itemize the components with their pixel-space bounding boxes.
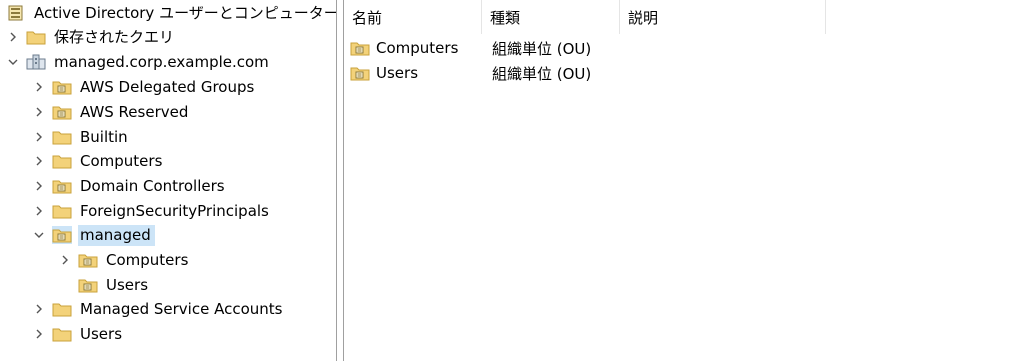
snapin-icon [6,4,26,22]
folder-icon [52,300,72,318]
ou-icon [350,64,370,82]
tree-item-foreign-security-principals[interactable]: ForeignSecurityPrincipals [32,200,273,222]
ou-icon [52,226,72,244]
tree-item-saved-queries[interactable]: 保存されたクエリ [6,26,178,48]
tree-item-aws-reserved[interactable]: AWS Reserved [32,101,192,123]
tree-item-domain-controllers[interactable]: Domain Controllers [32,175,229,197]
list-item[interactable]: Computers 組織単位 (OU) [344,36,824,60]
details-list[interactable]: 名前 種類 説明 Computers 組織単位 (OU) Users 組織単位 … [344,0,1024,361]
chevron-right-icon[interactable] [32,126,46,148]
tree-item-aws-delegated-groups[interactable]: AWS Delegated Groups [32,76,258,98]
chevron-right-icon[interactable] [32,200,46,222]
chevron-right-icon[interactable] [32,101,46,123]
tree-item-managed-users[interactable]: Users [58,274,152,296]
chevron-right-icon[interactable] [32,298,46,320]
chevron-right-icon[interactable] [32,150,46,172]
tree-item-computers[interactable]: Computers [32,150,166,172]
tree-item-label: ForeignSecurityPrincipals [80,201,269,220]
tree-item-builtin[interactable]: Builtin [32,126,132,148]
chevron-down-icon[interactable] [6,51,20,73]
chevron-right-icon[interactable] [6,26,20,48]
ou-icon [350,39,370,57]
ou-icon [52,177,72,195]
folder-icon [52,202,72,220]
tree-item-label: AWS Reserved [80,102,189,121]
chevron-down-icon[interactable] [32,224,46,246]
ou-icon [78,276,98,294]
tree-item-label: Computers [80,151,163,170]
list-item-type: 組織単位 (OU) [492,39,592,58]
ou-icon [52,78,72,96]
list-item[interactable]: Users 組織単位 (OU) [344,61,824,85]
chevron-right-icon[interactable] [58,249,72,271]
list-item-name-cell: Users [350,64,418,82]
tree-item-managed[interactable]: managed [32,224,155,246]
list-item-name: Users [376,64,419,82]
column-header-label: 種類 [490,8,521,27]
tree-item-label: 保存されたクエリ [54,27,175,46]
chevron-placeholder [58,274,72,296]
tree-pane[interactable]: Active Directory ユーザーとコンピューター [IP-C0 保存さ… [0,0,336,361]
tree-item-label: Builtin [80,127,128,146]
folder-icon [52,152,72,170]
column-header-label: 名前 [352,8,383,27]
tree-item-label: Domain Controllers [80,176,225,195]
ou-icon [52,103,72,121]
tree-item-label: Users [106,275,149,294]
tree-item-label: Managed Service Accounts [80,299,283,318]
domain-icon [26,53,46,71]
folder-icon [52,128,72,146]
folder-icon [26,28,46,46]
pane-splitter[interactable] [336,0,344,361]
tree-item-label: Users [80,324,123,343]
chevron-right-icon[interactable] [32,175,46,197]
tree-item-managed-service-accounts[interactable]: Managed Service Accounts [32,298,286,320]
chevron-right-icon[interactable] [32,76,46,98]
tree-item-label: managed [78,224,155,246]
column-header-label: 説明 [628,8,659,27]
mmc-window: Active Directory ユーザーとコンピューター [IP-C0 保存さ… [0,0,1024,361]
folder-icon [52,325,72,343]
tree-item-label: Computers [106,250,189,269]
tree-item-label: managed.corp.example.com [54,52,269,71]
list-item-name: Computers [376,39,459,57]
list-item-type: 組織単位 (OU) [492,64,592,83]
tree-item-domain[interactable]: managed.corp.example.com [6,51,273,73]
tree-root-label: Active Directory ユーザーとコンピューター [IP-C0 [34,3,336,22]
column-header-description[interactable]: 説明 [620,0,826,34]
column-header-name[interactable]: 名前 [344,0,482,34]
tree-item-label: AWS Delegated Groups [80,77,255,96]
tree-item-users[interactable]: Users [32,323,126,345]
tree-root[interactable]: Active Directory ユーザーとコンピューター [IP-C0 [6,2,336,24]
list-item-name-cell: Computers [350,39,458,57]
ou-icon [78,251,98,269]
tree-item-managed-computers[interactable]: Computers [58,249,192,271]
column-header-type[interactable]: 種類 [482,0,620,34]
chevron-right-icon[interactable] [32,323,46,345]
